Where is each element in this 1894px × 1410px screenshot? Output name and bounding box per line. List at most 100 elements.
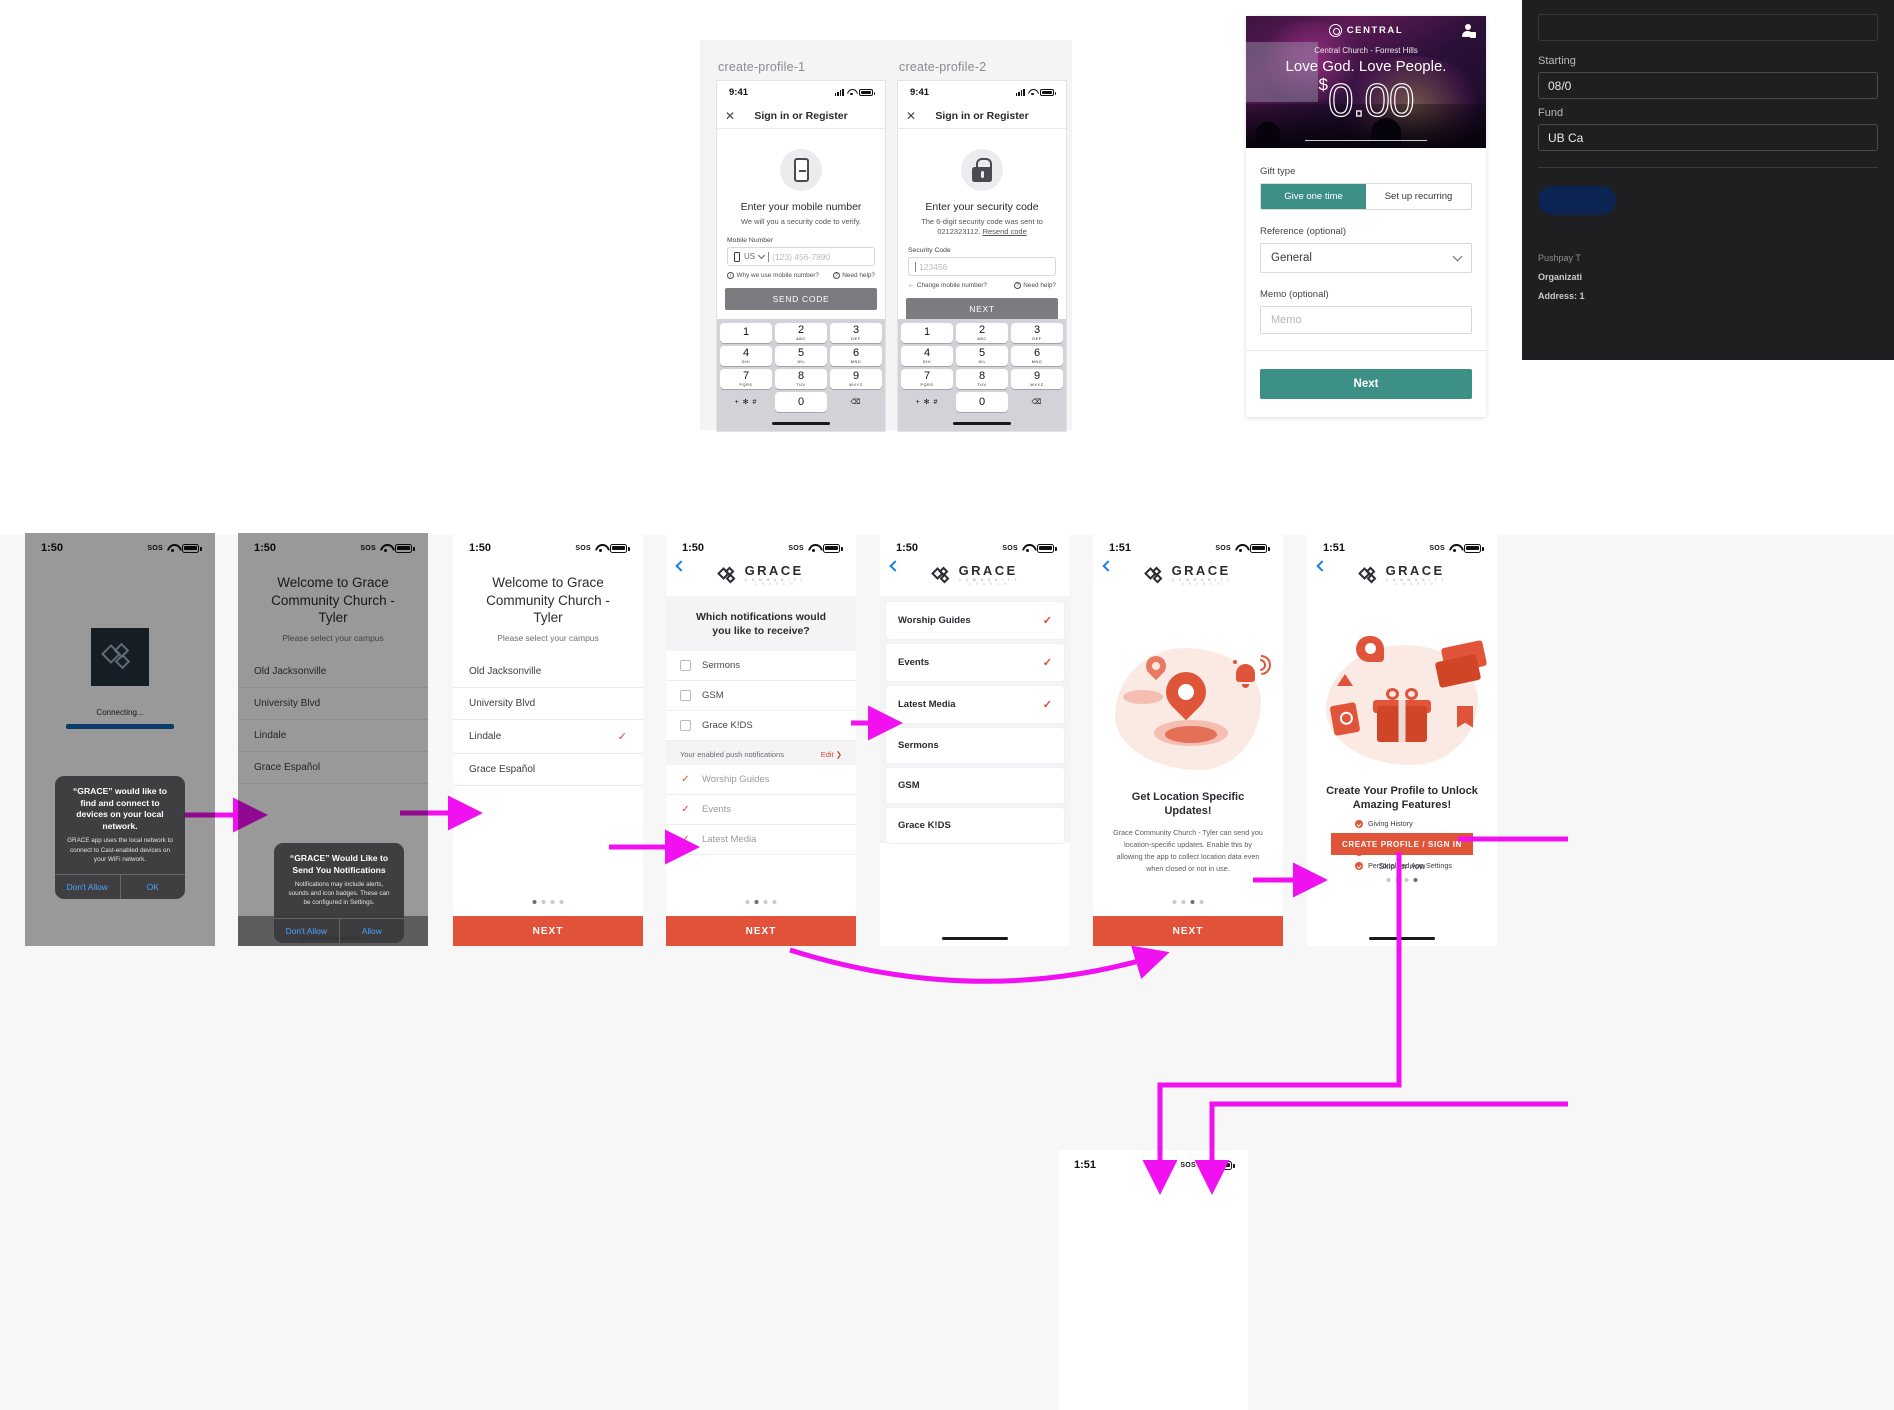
next-button[interactable]: NEXT <box>906 298 1058 321</box>
sos-label: SOS <box>1429 544 1445 552</box>
fund-label: Fund <box>1538 107 1564 119</box>
status-bar: 9:41 <box>898 81 1066 103</box>
next-button[interactable]: Next <box>1260 369 1472 399</box>
battery-icon <box>1464 543 1484 553</box>
campus-item-old-jacksonville[interactable]: Old Jacksonville <box>453 655 643 688</box>
memo-input[interactable]: Memo <box>1260 306 1472 334</box>
close-icon[interactable]: ✕ <box>906 110 916 122</box>
checkbox-icon[interactable] <box>680 659 691 671</box>
submit-button[interactable] <box>1538 186 1616 215</box>
dont-allow-button[interactable]: Don't Allow <box>274 919 339 943</box>
notification-option-gsm[interactable]: GSM <box>666 680 856 711</box>
give-one-time-tab[interactable]: Give one time <box>1261 184 1366 209</box>
key-0[interactable]: 0 <box>775 392 827 412</box>
key-9[interactable]: 9 WXYZ <box>1011 369 1063 389</box>
key-9[interactable]: 9 WXYZ <box>830 369 882 389</box>
mobile-number-input[interactable]: US (123) 456-7890 <box>727 247 875 267</box>
back-icon[interactable] <box>1316 560 1328 572</box>
campus-item-lindale[interactable]: Lindale ✓ <box>453 719 643 754</box>
resend-code-link[interactable]: Resend code <box>983 227 1027 236</box>
info-icon: i <box>727 272 734 280</box>
need-help-link[interactable]: ? Need help? <box>1013 282 1056 290</box>
reference-select[interactable]: General <box>1260 243 1472 273</box>
status-icons: SOS <box>1429 543 1484 553</box>
checkbox-icon[interactable] <box>680 689 691 701</box>
heading: Enter your mobile number <box>740 201 862 213</box>
set-up-recurring-tab[interactable]: Set up recurring <box>1366 184 1471 209</box>
grace-logo-icon <box>716 566 740 584</box>
wifi-icon <box>595 544 606 553</box>
key-backspace[interactable]: ⌫ <box>1011 392 1063 412</box>
backspace-icon: ⌫ <box>850 399 862 406</box>
edit-item-events[interactable]: Events ✓ <box>886 643 1064 681</box>
chevron-down-icon[interactable] <box>758 252 766 260</box>
home-indicator <box>942 936 1008 940</box>
back-icon[interactable] <box>1102 560 1114 572</box>
mobile-phone-icon <box>780 149 822 191</box>
top-field[interactable] <box>1538 14 1878 41</box>
next-button[interactable]: NEXT <box>1093 916 1283 946</box>
keypad-row: 1 2 ABC 3 DEF <box>901 323 1063 343</box>
why-mobile-link[interactable]: i Why we use mobile number? <box>727 272 819 280</box>
create-profile-sign-in-button[interactable]: CREATE PROFILE / SIGN IN <box>1331 833 1473 855</box>
campus-item-university-blvd[interactable]: University Blvd <box>453 687 643 720</box>
edit-item-gsm[interactable]: GSM <box>886 767 1064 803</box>
key-4[interactable]: 4 GHI <box>901 346 953 366</box>
create-profile-2-phone: 9:41 ✕ Sign in or Register Enter your se… <box>897 80 1067 432</box>
notification-option-grace-kids[interactable]: Grace K!DS <box>666 710 856 741</box>
campus-item-grace-espanol[interactable]: Grace Español <box>453 753 643 786</box>
fund-input[interactable]: UB Ca <box>1538 124 1878 151</box>
key-4[interactable]: 4 GHI <box>720 346 772 366</box>
key-7[interactable]: 7 PQRS <box>720 369 772 389</box>
key-5[interactable]: 5 JKL <box>775 346 827 366</box>
dont-allow-button[interactable]: Don't Allow <box>55 875 120 899</box>
battery-icon <box>1040 88 1056 96</box>
edit-item-sermons[interactable]: Sermons <box>886 727 1064 763</box>
checkbox-icon[interactable] <box>680 719 691 731</box>
send-code-button[interactable]: SEND CODE <box>725 288 877 311</box>
next-button[interactable]: NEXT <box>453 916 643 946</box>
back-icon[interactable] <box>889 560 901 572</box>
need-help-link[interactable]: ? Need help? <box>832 272 875 280</box>
key-2[interactable]: 2 ABC <box>775 323 827 343</box>
notification-option-sermons[interactable]: Sermons <box>666 650 856 681</box>
key-2[interactable]: 2 ABC <box>956 323 1008 343</box>
key-backspace[interactable]: ⌫ <box>830 392 882 412</box>
edit-item-latest-media[interactable]: Latest Media ✓ <box>886 685 1064 723</box>
check-icon: ✓ <box>1042 656 1052 669</box>
create-profile-2-caption: create-profile-2 <box>899 60 987 74</box>
change-number-link[interactable]: ← Change mobile number? <box>908 282 987 289</box>
ok-button[interactable]: OK <box>119 874 186 899</box>
allow-button[interactable]: Allow <box>338 918 405 943</box>
skip-for-now-link[interactable]: Skip for now <box>1307 861 1497 871</box>
screen-campus-select: 1:50 SOS Welcome to Grace Community Chur… <box>453 533 643 946</box>
starting-date-input[interactable]: 08/0 <box>1538 72 1878 99</box>
status-bar: 1:50 SOS <box>666 533 856 558</box>
key-0[interactable]: 0 <box>956 392 1008 412</box>
edit-item-worship-guides[interactable]: Worship Guides ✓ <box>886 601 1064 639</box>
close-icon[interactable]: ✕ <box>725 110 735 122</box>
next-button[interactable]: NEXT <box>666 916 856 946</box>
help-row: i Why we use mobile number? ? Need help? <box>727 272 875 280</box>
key-3[interactable]: 3 DEF <box>830 323 882 343</box>
key-6[interactable]: 6 MNO <box>1011 346 1063 366</box>
grace-logo-icon <box>1143 566 1167 584</box>
key-7[interactable]: 7 PQRS <box>901 369 953 389</box>
key-6[interactable]: 6 MNO <box>830 346 882 366</box>
key-8[interactable]: 8 TUV <box>775 369 827 389</box>
key-3[interactable]: 3 DEF <box>1011 323 1063 343</box>
key-symbols[interactable]: + ✻ # <box>901 392 953 412</box>
edit-link[interactable]: Edit ❯ <box>821 750 842 759</box>
key-1[interactable]: 1 <box>901 323 953 343</box>
amount-display[interactable]: $0.00 <box>1246 73 1486 127</box>
question-icon: ? <box>1013 282 1021 290</box>
location-heading: Get Location Specific Updates! <box>1131 790 1245 818</box>
key-symbols[interactable]: + ✻ # <box>720 392 772 412</box>
back-icon[interactable] <box>675 560 687 572</box>
security-code-input[interactable]: 123456 <box>908 257 1056 277</box>
key-1[interactable]: 1 <box>720 323 772 343</box>
edit-item-grace-kids[interactable]: Grace K!DS <box>886 807 1064 843</box>
account-lock-icon[interactable] <box>1462 24 1476 38</box>
key-5[interactable]: 5 JKL <box>956 346 1008 366</box>
key-8[interactable]: 8 TUV <box>956 369 1008 389</box>
